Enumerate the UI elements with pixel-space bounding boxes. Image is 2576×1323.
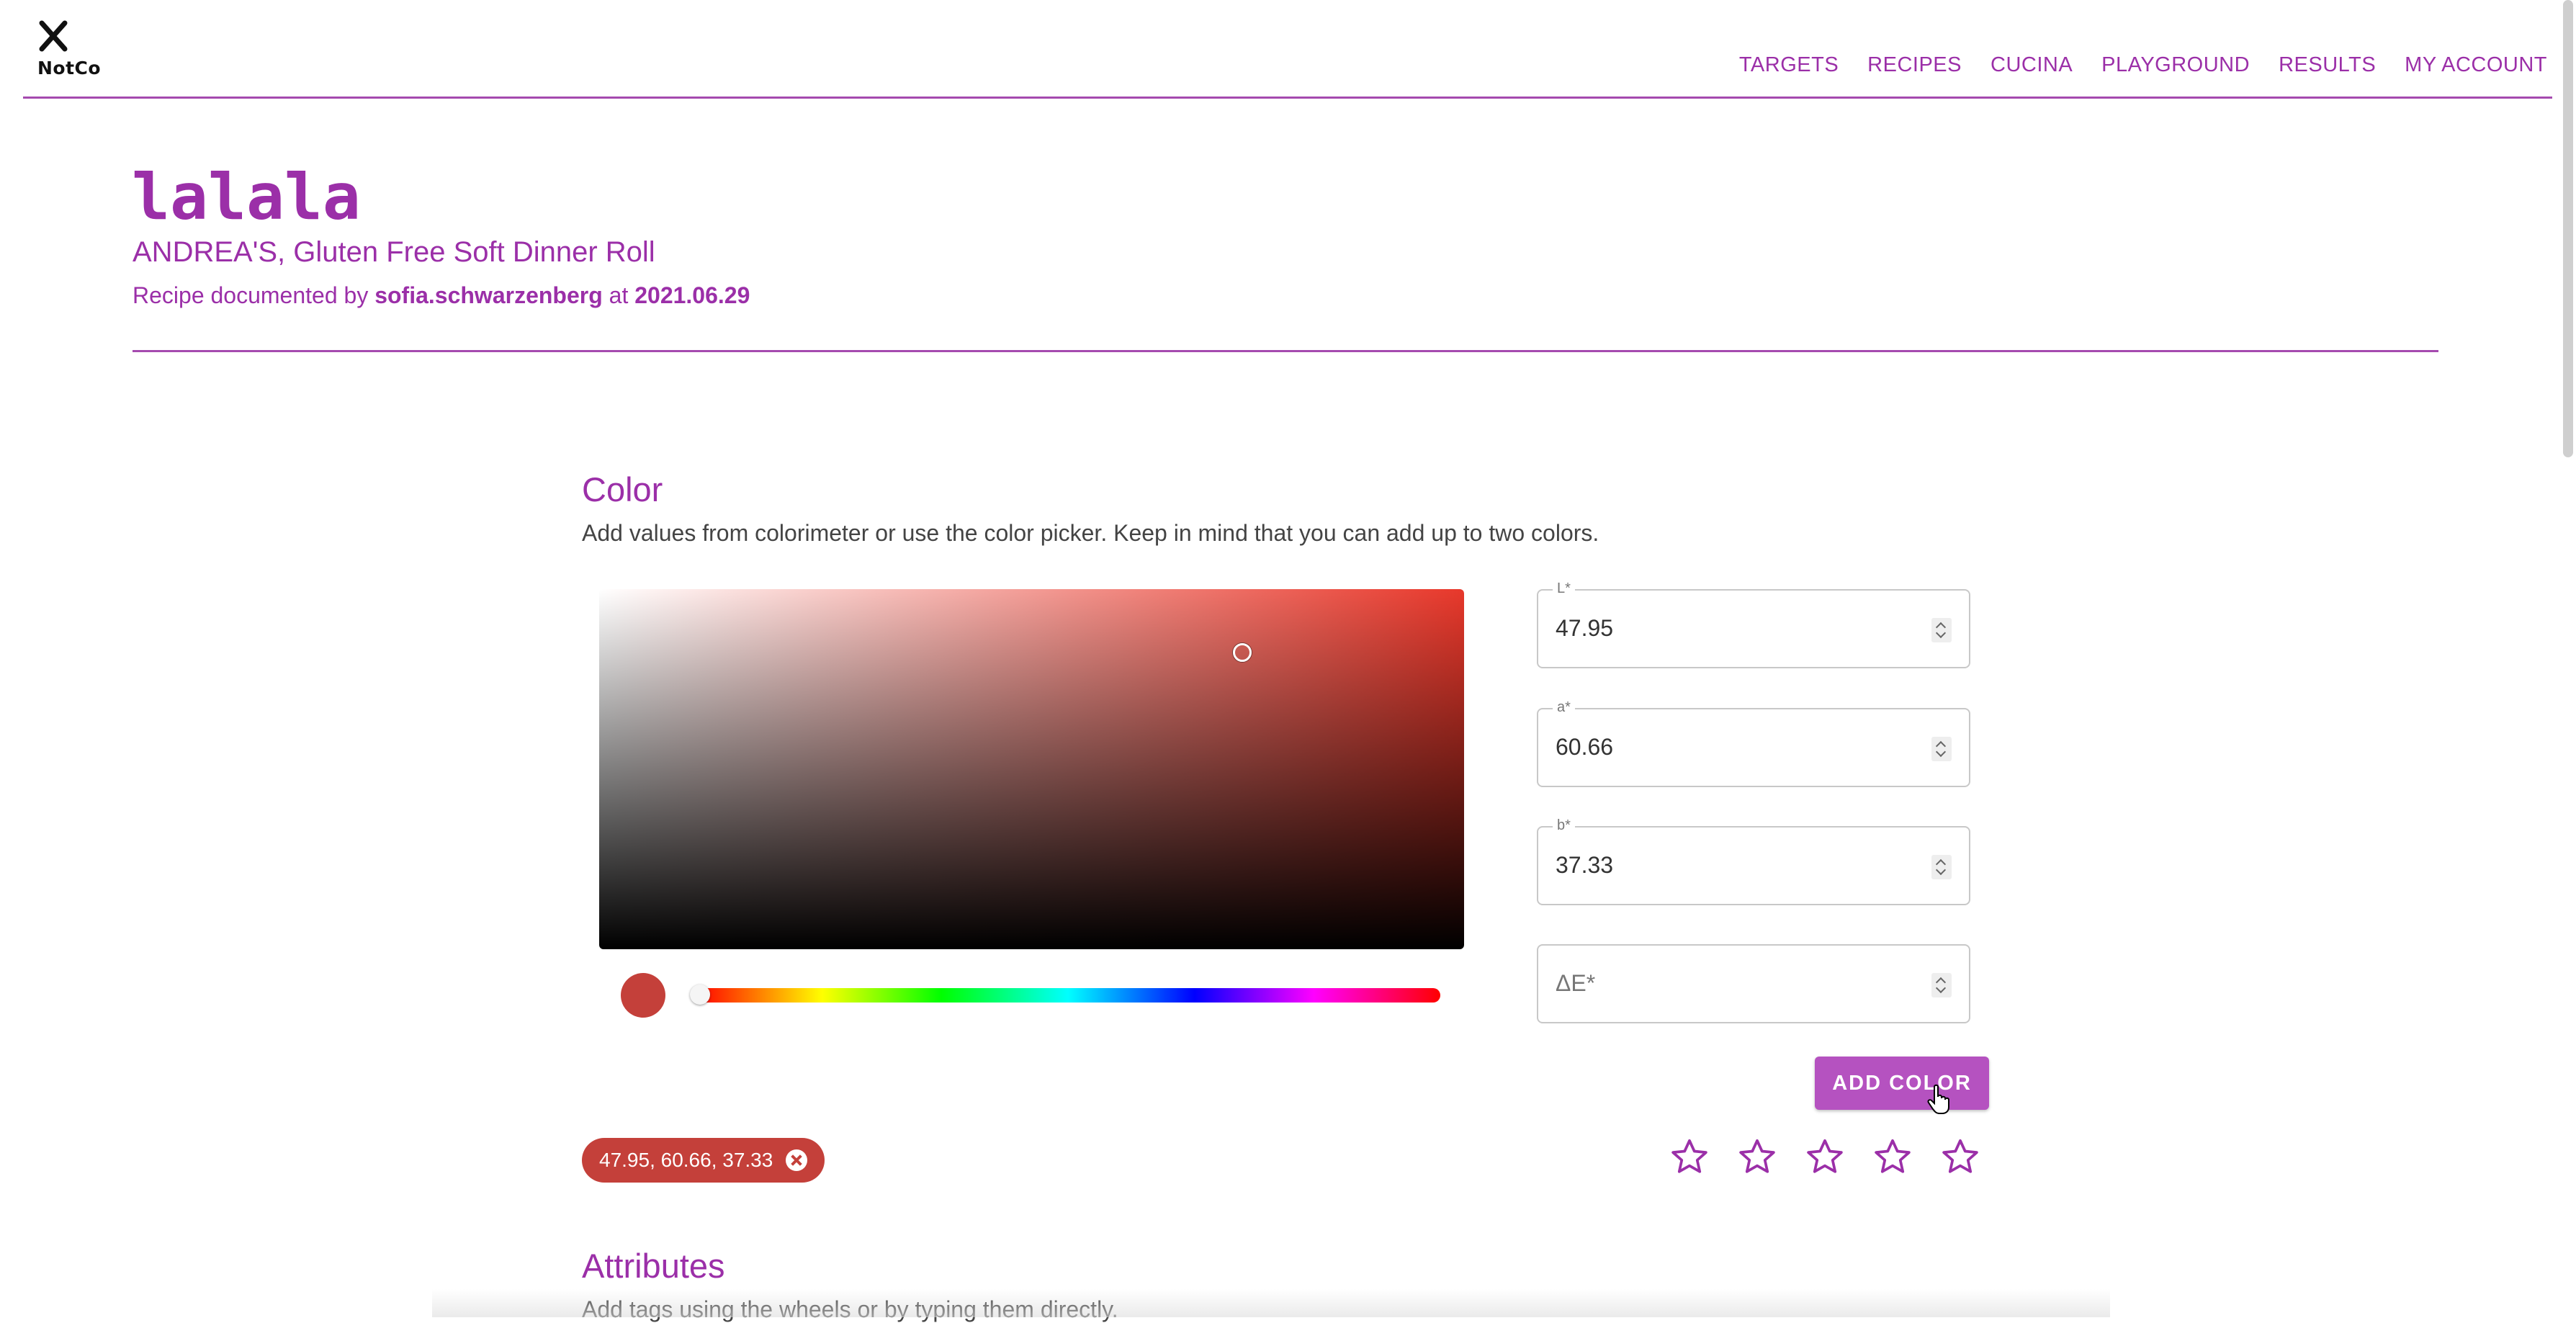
byline-mid: at bbox=[609, 282, 629, 308]
nav-my-account[interactable]: MY ACCOUNT bbox=[2405, 53, 2547, 77]
byline-author: sofia.schwarzenberg bbox=[374, 282, 603, 308]
star-icon[interactable] bbox=[1805, 1136, 1845, 1177]
product-name: ANDREA'S, Gluten Free Soft Dinner Roll bbox=[133, 236, 655, 268]
a-star-spinner-icon[interactable] bbox=[1931, 737, 1952, 761]
attributes-section-title: Attributes bbox=[582, 1247, 725, 1285]
b-star-label: b* bbox=[1553, 817, 1575, 834]
hand-pointer-cursor-icon bbox=[1927, 1084, 1949, 1114]
top-nav: TARGETS RECIPES CUCINA PLAYGROUND RESULT… bbox=[1739, 53, 2547, 77]
b-star-input[interactable] bbox=[1556, 852, 1901, 879]
header-divider bbox=[23, 97, 2552, 99]
remove-color-icon[interactable] bbox=[786, 1149, 808, 1171]
star-icon[interactable] bbox=[1940, 1136, 1980, 1177]
a-star-label: a* bbox=[1553, 699, 1575, 716]
notco-logo[interactable]: NotCo bbox=[36, 20, 108, 85]
recipe-byline: Recipe documented by sofia.schwarzenberg… bbox=[133, 282, 750, 309]
star-icon[interactable] bbox=[1669, 1136, 1710, 1177]
a-star-field[interactable]: a* bbox=[1537, 699, 1970, 787]
delta-e-input[interactable] bbox=[1556, 970, 1901, 997]
add-color-button[interactable]: ADD COLOR bbox=[1815, 1057, 1989, 1110]
nav-results[interactable]: RESULTS bbox=[2279, 53, 2376, 77]
l-star-input[interactable] bbox=[1556, 615, 1901, 642]
delta-e-spinner-icon[interactable] bbox=[1931, 973, 1952, 997]
color-preview-swatch bbox=[621, 973, 665, 1018]
color-section-description: Add values from colorimeter or use the c… bbox=[582, 520, 1599, 546]
page-scrollbar[interactable] bbox=[2563, 0, 2573, 457]
star-icon[interactable] bbox=[1737, 1136, 1777, 1177]
nav-playground[interactable]: PLAYGROUND bbox=[2101, 53, 2250, 77]
bottom-fade bbox=[432, 1289, 2110, 1317]
close-x-logo-icon bbox=[39, 20, 68, 52]
selected-color-chip[interactable]: 47.95, 60.66, 37.33 bbox=[582, 1138, 825, 1183]
nav-cucina[interactable]: CUCINA bbox=[1991, 53, 2073, 77]
color-section-title: Color bbox=[582, 470, 663, 508]
byline-prefix: Recipe documented by bbox=[133, 282, 369, 308]
a-star-input[interactable] bbox=[1556, 734, 1901, 761]
saturation-picker[interactable] bbox=[599, 589, 1464, 949]
hue-slider-thumb[interactable] bbox=[690, 985, 710, 1005]
b-star-spinner-icon[interactable] bbox=[1931, 855, 1952, 879]
logo-text: NotCo bbox=[37, 58, 102, 79]
saturation-picker-handle[interactable] bbox=[1233, 643, 1252, 662]
title-divider bbox=[133, 350, 2438, 352]
color-chip-label: 47.95, 60.66, 37.33 bbox=[599, 1149, 773, 1171]
delta-e-field[interactable] bbox=[1537, 944, 1970, 1023]
l-star-field[interactable]: L* bbox=[1537, 580, 1970, 668]
l-star-spinner-icon[interactable] bbox=[1931, 618, 1952, 642]
hue-slider[interactable] bbox=[696, 988, 1440, 1003]
page-title: lalala bbox=[132, 160, 361, 234]
b-star-field[interactable]: b* bbox=[1537, 817, 1970, 905]
l-star-label: L* bbox=[1553, 580, 1575, 597]
color-rating bbox=[1669, 1136, 1980, 1177]
nav-targets[interactable]: TARGETS bbox=[1739, 53, 1839, 77]
star-icon[interactable] bbox=[1872, 1136, 1913, 1177]
byline-date: 2021.06.29 bbox=[634, 282, 750, 308]
nav-recipes[interactable]: RECIPES bbox=[1867, 53, 1962, 77]
